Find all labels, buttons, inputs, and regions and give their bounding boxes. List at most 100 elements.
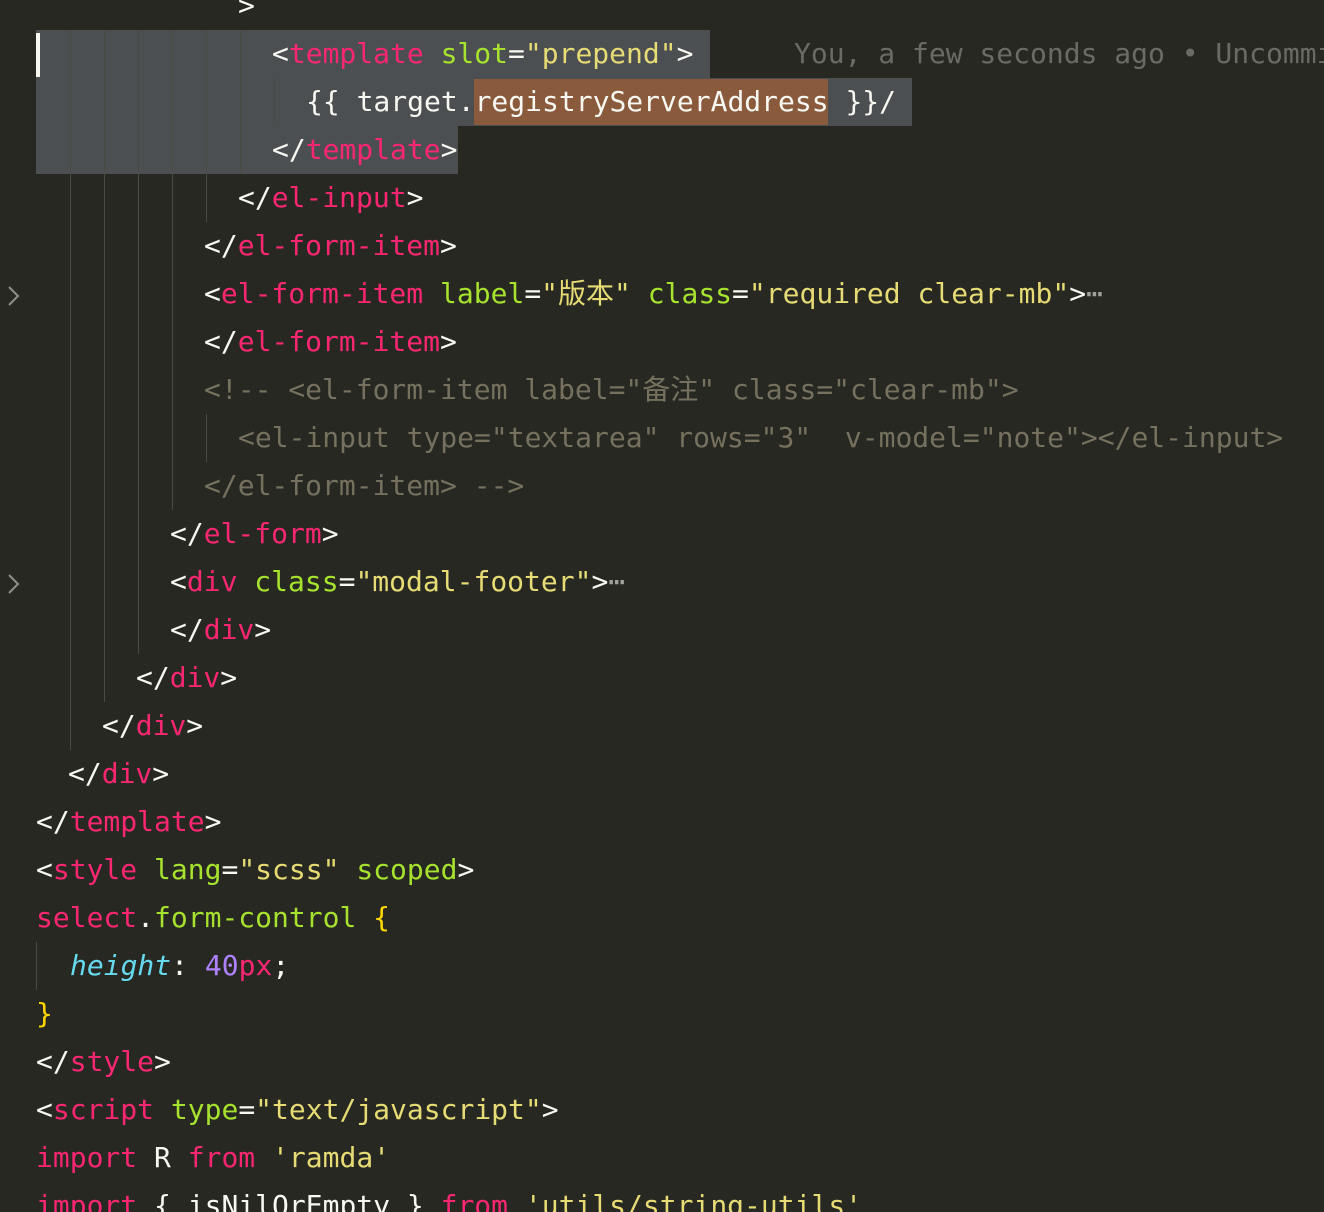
code-token: > <box>440 133 458 166</box>
code-line[interactable]: } <box>36 990 53 1038</box>
code-token: > <box>152 757 170 790</box>
code-line[interactable]: <el-input type="textarea" rows="3" v-mod… <box>238 414 1283 462</box>
code-line[interactable]: </el-form-item> --> <box>204 462 524 510</box>
code-token: > <box>1069 277 1087 310</box>
indent-guide <box>104 30 105 702</box>
code-token: = <box>238 1093 256 1126</box>
code-editor[interactable]: > <template slot="prepend">{{ target.regi… <box>0 0 1324 1212</box>
code-token: = <box>221 853 239 886</box>
code-token: registryServerAddress <box>474 85 829 118</box>
code-token: < <box>272 37 289 70</box>
code-line[interactable]: </el-form-item> <box>204 318 457 366</box>
code-token: scoped <box>356 853 458 886</box>
code-line[interactable]: height: 40px; <box>70 942 289 990</box>
code-token: > <box>254 613 272 646</box>
code-token: </ <box>68 757 102 790</box>
code-line[interactable]: <el-form-item label="版本" class="required… <box>204 270 1103 318</box>
code-token: </ <box>204 325 238 358</box>
code-token: script <box>52 1093 155 1126</box>
code-token: </ <box>170 517 204 550</box>
code-token: el-form-item <box>237 229 441 262</box>
code-line[interactable]: {{ target.registryServerAddress }}/ <box>306 78 896 126</box>
indent-guide <box>206 30 207 222</box>
code-line[interactable]: </el-input> <box>238 174 423 222</box>
code-line[interactable]: </template> <box>272 126 457 174</box>
code-token: from <box>440 1189 509 1212</box>
code-line[interactable]: > <box>238 0 255 30</box>
code-line[interactable]: </style> <box>36 1038 171 1086</box>
code-token: ; <box>272 949 290 982</box>
code-token: {{ target. <box>306 85 475 118</box>
code-token: > <box>541 1093 559 1126</box>
folded-ellipsis[interactable]: ⋯ <box>608 565 625 598</box>
code-token: } <box>36 997 53 1030</box>
code-token: el-form-item <box>220 277 424 310</box>
code-token: > <box>154 1045 171 1078</box>
text-cursor <box>36 33 40 77</box>
code-token: "modal-footer" <box>355 565 592 598</box>
code-token: > <box>406 181 424 214</box>
fold-toggle-modal-footer[interactable] <box>4 570 22 594</box>
code-token: > <box>440 229 457 262</box>
code-token: template <box>288 37 424 70</box>
code-token: </ <box>170 613 204 646</box>
code-token: </ <box>36 1045 70 1078</box>
code-line[interactable]: <script type="text/javascript"> <box>36 1086 559 1134</box>
chevron-right-icon <box>8 574 20 594</box>
code-token: el-form-item <box>237 325 441 358</box>
code-token: </ <box>136 661 170 694</box>
code-token: type <box>170 1093 239 1126</box>
indent-guide <box>274 78 275 126</box>
code-token: el-form <box>203 517 322 550</box>
indent-guide <box>70 30 71 750</box>
code-token: div <box>203 613 255 646</box>
code-token: = <box>338 565 356 598</box>
code-token: px <box>238 949 273 982</box>
code-line[interactable]: </el-form-item> <box>204 222 457 270</box>
indent-guide <box>36 942 37 990</box>
code-token: </el-form-item> --> <box>204 469 525 502</box>
code-token: > <box>220 661 238 694</box>
code-token: </ <box>238 181 272 214</box>
code-token: "required clear-mb" <box>748 277 1070 310</box>
code-line[interactable]: <style lang="scss" scoped> <box>36 846 474 894</box>
code-token: < <box>204 277 221 310</box>
code-token: <!-- <el-form-item label="备注" class="cle… <box>204 373 1019 406</box>
code-token: class <box>647 277 733 310</box>
code-token: "text/javascript" <box>255 1093 542 1126</box>
code-line[interactable]: import R from 'ramda' <box>36 1134 390 1182</box>
code-line[interactable]: </div> <box>68 750 169 798</box>
code-token: < <box>36 853 53 886</box>
fold-toggle-el-form-item[interactable] <box>4 282 22 306</box>
code-token: height <box>70 949 172 982</box>
code-token: </ <box>272 133 306 166</box>
code-line[interactable]: </div> <box>170 606 271 654</box>
code-line[interactable]: <div class="modal-footer">⋯ <box>170 558 625 606</box>
code-line[interactable]: <!-- <el-form-item label="备注" class="cle… <box>204 366 1019 414</box>
code-token: R <box>137 1141 188 1174</box>
code-token: { <box>373 901 391 934</box>
code-token: label <box>440 277 525 310</box>
code-token: > <box>204 805 222 838</box>
code-token: 'utils/string-utils' <box>524 1189 863 1212</box>
code-token: form-control <box>154 901 357 934</box>
folded-ellipsis[interactable]: ⋯ <box>1086 277 1103 310</box>
code-line[interactable]: import { isNilOrEmpty } from 'utils/stri… <box>36 1182 862 1212</box>
code-token: = <box>732 277 749 310</box>
code-token: template <box>305 133 441 166</box>
code-line[interactable]: </div> <box>102 702 203 750</box>
code-token: lang <box>154 853 222 886</box>
code-line[interactable]: </el-form> <box>170 510 339 558</box>
code-line[interactable]: </template> <box>36 798 221 846</box>
code-line[interactable]: select.form-control { <box>36 894 390 942</box>
code-line[interactable]: <template slot="prepend"> <box>272 30 693 78</box>
code-line[interactable]: </div> <box>136 654 237 702</box>
code-token: select <box>36 901 138 934</box>
code-token: > <box>440 325 457 358</box>
